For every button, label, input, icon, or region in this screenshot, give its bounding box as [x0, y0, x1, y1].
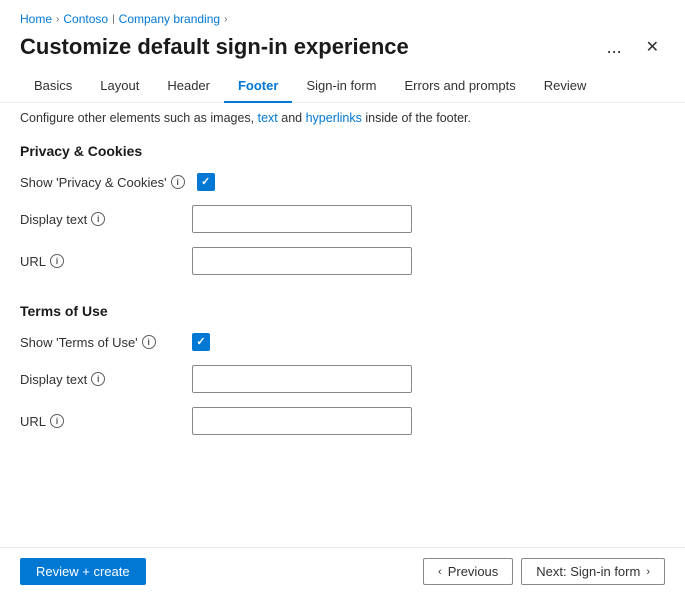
terms-section: Terms of Use Show 'Terms of Use' i ✓ Dis…: [0, 289, 685, 435]
tab-errors-prompts[interactable]: Errors and prompts: [391, 70, 530, 103]
breadcrumb-separator: |: [112, 14, 115, 25]
close-button[interactable]: ✕: [640, 35, 665, 59]
privacy-show-info-icon[interactable]: i: [171, 175, 185, 189]
next-button-label: Next: Sign-in form: [536, 564, 640, 579]
breadcrumb-contoso[interactable]: Contoso: [63, 12, 108, 26]
footer-bar: Review + create ‹ Previous Next: Sign-in…: [0, 547, 685, 595]
privacy-section: Privacy & Cookies Show 'Privacy & Cookie…: [0, 129, 685, 275]
privacy-display-text-input[interactable]: [192, 205, 412, 233]
tab-header[interactable]: Header: [153, 70, 224, 103]
header-actions: ... ✕: [601, 35, 665, 60]
terms-url-info-icon[interactable]: i: [50, 414, 64, 428]
tab-sign-in-form[interactable]: Sign-in form: [292, 70, 390, 103]
breadcrumb-chevron-1: ›: [56, 14, 59, 25]
privacy-show-checkmark: ✓: [201, 177, 210, 188]
ellipsis-button[interactable]: ...: [601, 35, 628, 60]
terms-section-title: Terms of Use: [20, 303, 665, 319]
tab-basics[interactable]: Basics: [20, 70, 86, 103]
header-row: Customize default sign-in experience ...…: [0, 32, 685, 70]
terms-display-text-label: Display text i: [20, 372, 180, 387]
privacy-section-title: Privacy & Cookies: [20, 143, 665, 159]
next-button[interactable]: Next: Sign-in form ›: [521, 558, 665, 585]
info-text-after: inside of the footer.: [362, 111, 471, 125]
review-create-button[interactable]: Review + create: [20, 558, 146, 585]
tab-review[interactable]: Review: [530, 70, 601, 103]
nav-buttons: ‹ Previous Next: Sign-in form ›: [423, 558, 665, 585]
info-text-mid: and: [278, 111, 306, 125]
privacy-show-row: Show 'Privacy & Cookies' i ✓: [20, 173, 665, 191]
privacy-show-label: Show 'Privacy & Cookies' i: [20, 175, 185, 190]
breadcrumb-home[interactable]: Home: [20, 12, 52, 26]
page-title: Customize default sign-in experience: [20, 34, 601, 60]
terms-display-text-input[interactable]: [192, 365, 412, 393]
tabs-row: Basics Layout Header Footer Sign-in form…: [0, 70, 685, 103]
privacy-url-info-icon[interactable]: i: [50, 254, 64, 268]
info-link-hyperlinks[interactable]: hyperlinks: [306, 111, 362, 125]
terms-url-input[interactable]: [192, 407, 412, 435]
privacy-url-label: URL i: [20, 254, 180, 269]
privacy-display-info-icon[interactable]: i: [91, 212, 105, 226]
breadcrumb: Home › Contoso | Company branding ›: [0, 0, 685, 32]
terms-display-info-icon[interactable]: i: [91, 372, 105, 386]
privacy-show-checkbox[interactable]: ✓: [197, 173, 215, 191]
terms-url-row: URL i: [20, 407, 665, 435]
terms-show-checkbox[interactable]: ✓: [192, 333, 210, 351]
previous-button[interactable]: ‹ Previous: [423, 558, 513, 585]
privacy-display-text-label: Display text i: [20, 212, 180, 227]
terms-url-label: URL i: [20, 414, 180, 429]
next-arrow-icon: ›: [646, 566, 650, 578]
privacy-display-text-row: Display text i: [20, 205, 665, 233]
tab-layout[interactable]: Layout: [86, 70, 153, 103]
terms-display-text-row: Display text i: [20, 365, 665, 393]
panel: Home › Contoso | Company branding › Cust…: [0, 0, 685, 595]
previous-arrow-icon: ‹: [438, 566, 442, 578]
previous-button-label: Previous: [448, 564, 499, 579]
info-text-before: Configure other elements such as images,: [20, 111, 258, 125]
terms-show-info-icon[interactable]: i: [142, 335, 156, 349]
terms-show-row: Show 'Terms of Use' i ✓: [20, 333, 665, 351]
info-link-text[interactable]: text: [258, 111, 278, 125]
breadcrumb-company-branding[interactable]: Company branding: [119, 12, 220, 26]
breadcrumb-chevron-2: ›: [224, 14, 227, 25]
terms-show-label: Show 'Terms of Use' i: [20, 335, 180, 350]
terms-show-checkbox-wrapper: ✓: [192, 333, 210, 351]
privacy-url-row: URL i: [20, 247, 665, 275]
terms-show-checkmark: ✓: [196, 337, 205, 348]
tab-footer[interactable]: Footer: [224, 70, 292, 103]
info-bar: Configure other elements such as images,…: [0, 103, 685, 129]
privacy-url-input[interactable]: [192, 247, 412, 275]
privacy-show-checkbox-wrapper: ✓: [197, 173, 215, 191]
